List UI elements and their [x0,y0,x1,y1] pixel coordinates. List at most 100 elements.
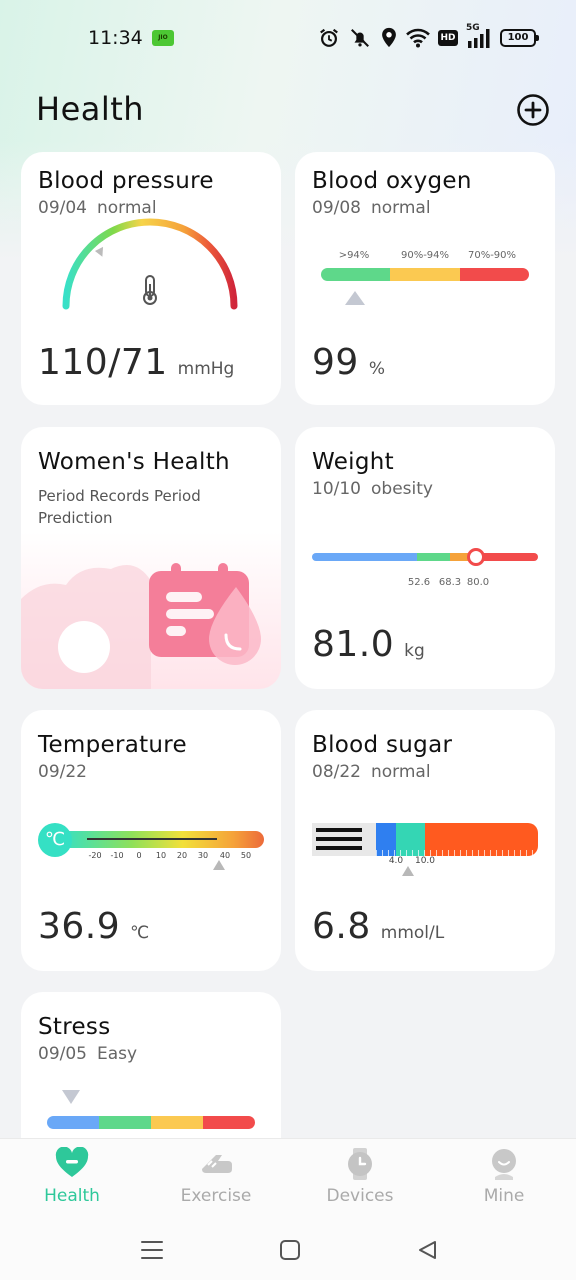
thermometer-icon [143,275,157,305]
nav-health[interactable]: Health [0,1139,144,1219]
blood-oxygen-card[interactable]: Blood oxygen 09/08 normal >94% 90%-94% 70… [295,152,555,405]
celsius-icon: ℃ [44,829,66,850]
scale-tick: 50 [240,851,252,860]
menu-icon[interactable] [140,1235,164,1265]
wifi-icon [406,28,430,48]
scale-segment-obese [476,553,538,561]
card-title: Women's Health [38,449,230,475]
range-label: 70%-90% [467,250,517,261]
temperature-card[interactable]: Temperature 09/22 ℃ -20 -10 0 10 20 30 4… [21,710,281,971]
range-segment-normal [321,268,391,281]
weight-card[interactable]: Weight 10/10 obesity 52.6 68.3 80.0 81.0 k… [295,427,555,689]
stress-segment-normal [99,1116,151,1129]
card-title: Blood oxygen [312,168,472,194]
scale-segment-underweight [312,553,417,561]
card-value: 81.0 kg [312,624,425,665]
stress-segment-relaxed [47,1116,99,1129]
card-date: 09/22 [38,762,87,782]
scale-tick: 40 [219,851,231,860]
card-title: Weight [312,449,394,475]
value-unit: ℃ [130,923,150,943]
signal-icon: 5G [466,23,492,50]
card-subtitle: 10/10 obesity [312,479,433,499]
blood-sugar-card[interactable]: Blood sugar 08/22 normal 4.0 10.0 6.8 mmol… [295,710,555,971]
card-title: Stress [38,1014,111,1040]
weight-scale-bar [312,553,538,561]
value-marker [62,1090,80,1104]
bottom-navigation: Health Exercise Devices Mine [0,1138,576,1280]
range-segment-critical [459,268,529,281]
value-number: 81.0 [312,624,395,665]
scale-tick: 0 [136,851,142,860]
range-label: >94% [338,250,370,261]
nav-label: Mine [483,1186,525,1206]
value-unit: % [368,359,385,379]
range-label: 90%-94% [400,250,450,261]
location-icon [382,27,396,48]
nav-label: Devices [326,1186,394,1206]
value-number: 99 [312,342,359,383]
card-subtitle: 09/08 normal [312,198,431,218]
range-segment-low [390,268,460,281]
value-number: 6.8 [312,906,371,947]
card-subtitle: 08/22 normal [312,762,431,782]
profile-icon [492,1149,516,1180]
womens-health-card[interactable]: Women's Health Period Records Period Pre… [21,427,281,689]
scale-tick: -20 [88,851,102,860]
battery-icon: 100 [500,29,539,47]
stress-segment-high [203,1116,255,1129]
card-value: 6.8 mmol/L [312,906,444,947]
add-button[interactable] [516,93,550,127]
bar-segment-gray [312,823,376,856]
blood-pressure-card[interactable]: Blood pressure 09/04 normal 110/71 mmHg [21,152,281,405]
card-value: 36.9 ℃ [38,906,149,947]
status-icons: HD 5G 100 [318,23,539,52]
mute-icon [351,29,369,47]
card-title: Blood sugar [312,732,453,758]
back-icon[interactable] [416,1235,438,1265]
scale-segment-normal [417,553,450,561]
nav-exercise[interactable]: Exercise [144,1139,288,1219]
status-bar: 11:34 JIO HD 5G 100 [0,0,576,78]
card-value: 110/71 mmHg [38,342,234,383]
scale-tick: 4.0 [388,856,404,866]
heart-icon [55,1147,89,1177]
home-icon[interactable] [279,1235,301,1265]
temperature-scale-line [87,838,217,840]
nav-label: Health [44,1186,100,1206]
value-marker [345,291,365,305]
value-marker [402,866,414,876]
value-unit: mmHg [177,359,235,379]
value-number: 110/71 [38,342,168,383]
nav-label: Exercise [180,1186,252,1206]
card-description: Period Records Period Prediction [38,487,201,527]
card-title: Blood pressure [38,168,214,194]
watch-icon [348,1148,372,1180]
stress-segment-medium [151,1116,203,1129]
scale-tick: 52.6 [407,577,431,588]
stress-level-bar [47,1116,255,1129]
value-marker [213,860,225,870]
scale-tick: 30 [197,851,209,860]
status-time: 11:34 [88,27,143,49]
scale-tick: 10 [155,851,167,860]
blood-sugar-ticks: 4.0 10.0 [295,856,555,868]
card-status: obesity [371,479,433,499]
weight-marker [467,548,485,566]
card-date: 08/22 [312,762,361,782]
card-value: 99% [312,342,385,383]
nav-devices[interactable]: Devices [288,1139,432,1219]
scale-tick: 20 [176,851,188,860]
carrier-badge: JIO [152,30,174,46]
value-unit: kg [404,641,425,661]
card-subtitle: 09/22 [38,762,87,782]
scale-tick: 68.3 [438,577,462,588]
hd-badge: HD [438,30,458,46]
card-status: Easy [97,1044,138,1064]
range-labels: >94% 90%-94% 70%-90% [295,250,555,264]
nav-mine[interactable]: Mine [432,1139,576,1219]
oxygen-range-bar [321,268,529,281]
card-date: 09/08 [312,198,361,218]
temperature-ticks: -20 -10 0 10 20 30 40 50 [21,851,281,863]
scale-ticks: 52.6 68.3 80.0 [295,577,555,591]
